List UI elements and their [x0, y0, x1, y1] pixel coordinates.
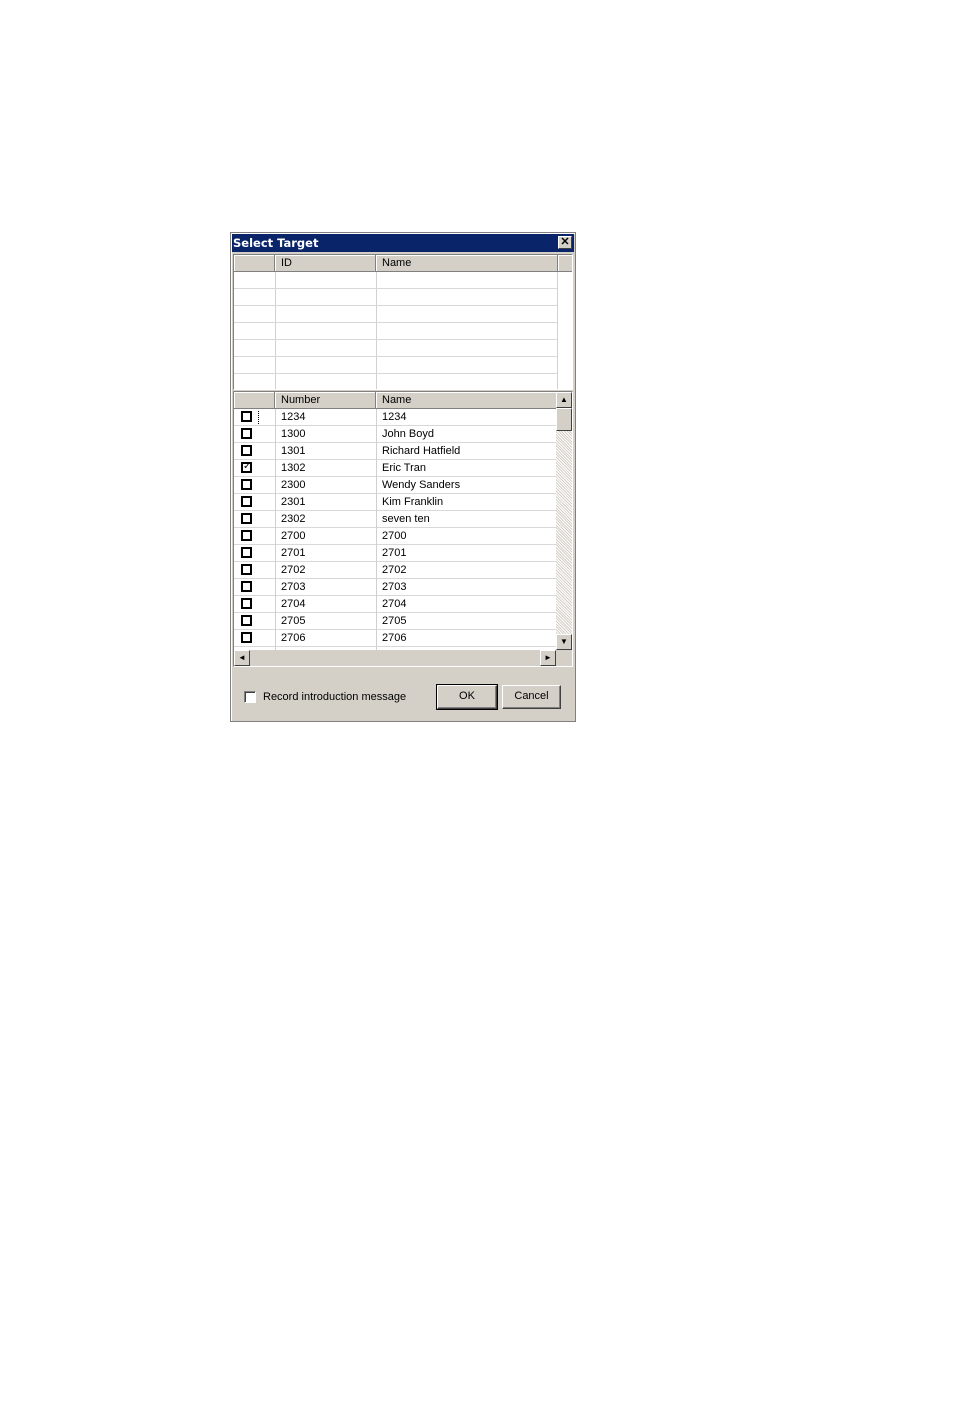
row-number: 1301	[281, 445, 306, 457]
row-number: 2706	[281, 632, 306, 644]
row-name: Richard Hatfield	[382, 445, 461, 457]
table-row[interactable]: 2703 2703	[234, 579, 557, 596]
header-filler	[558, 255, 572, 272]
row-name: 2704	[382, 598, 407, 610]
list-header-check-column[interactable]	[234, 392, 275, 409]
row-number: 2701	[281, 547, 306, 559]
ok-button[interactable]: OK	[436, 684, 498, 710]
scroll-right-icon[interactable]: ►	[540, 650, 556, 666]
select-target-dialog: Select Target ✕ ID Name Number Name 1234…	[230, 232, 576, 722]
record-intro-checkbox[interactable]	[244, 691, 256, 703]
focus-indicator	[258, 411, 260, 424]
empty-target-row[interactable]	[234, 289, 557, 306]
table-row[interactable]: 2300 Wendy Sanders	[234, 477, 557, 494]
close-button[interactable]: ✕	[558, 236, 572, 249]
title-bar[interactable]: Select Target ✕	[232, 234, 574, 252]
row-number: 2302	[281, 513, 306, 525]
row-name: Eric Tran	[382, 462, 427, 474]
list-header-name[interactable]: Name	[376, 392, 558, 409]
empty-target-row[interactable]	[234, 340, 557, 357]
row-name: 2702	[382, 564, 407, 576]
empty-target-row[interactable]	[234, 272, 557, 289]
row-number: 2703	[281, 581, 306, 593]
row-checkbox[interactable]	[241, 479, 252, 490]
scrollbar-corner	[556, 650, 572, 666]
row-number: 1302	[281, 462, 306, 474]
row-checkbox[interactable]	[241, 513, 252, 524]
row-name: 2701	[382, 547, 407, 559]
row-number: 2300	[281, 479, 306, 491]
list-header-name-label: Name	[382, 394, 412, 406]
row-checkbox[interactable]	[241, 496, 252, 507]
row-checkbox[interactable]	[241, 445, 252, 456]
empty-target-row[interactable]	[234, 323, 557, 340]
header-id[interactable]: ID	[275, 255, 376, 272]
row-number: 2704	[281, 598, 306, 610]
scroll-down-icon[interactable]: ▼	[556, 634, 572, 650]
table-row[interactable]: 2701 2701	[234, 545, 557, 562]
header-name[interactable]: Name	[376, 255, 558, 272]
row-checkbox[interactable]	[241, 598, 252, 609]
header-name-label: Name	[382, 257, 412, 269]
row-number: 2705	[281, 615, 306, 627]
row-name: 2705	[382, 615, 407, 627]
row-number: 2301	[281, 496, 306, 508]
header-id-label: ID	[281, 257, 292, 269]
row-checkbox[interactable]	[241, 530, 252, 541]
empty-target-row[interactable]	[234, 306, 557, 323]
vertical-scroll-thumb[interactable]	[556, 408, 572, 431]
selected-targets-grid: ID Name	[233, 254, 573, 390]
table-row[interactable]: 2702 2702	[234, 562, 557, 579]
scroll-up-icon[interactable]: ▲	[556, 392, 572, 408]
row-name: 2703	[382, 581, 407, 593]
row-number: 2702	[281, 564, 306, 576]
horizontal-scrollbar[interactable]: ◄ ►	[234, 650, 556, 666]
empty-target-row[interactable]	[234, 357, 557, 374]
table-row[interactable]: 1302 Eric Tran	[234, 460, 557, 477]
row-checkbox[interactable]	[241, 581, 252, 592]
row-checkbox[interactable]	[241, 564, 252, 575]
row-name: 2700	[382, 530, 407, 542]
table-row[interactable]: 2700 2700	[234, 528, 557, 545]
row-checkbox[interactable]	[241, 547, 252, 558]
row-name: 1234	[382, 411, 407, 423]
target-list-grid: Number Name 1234 1234 1300 John Boyd 1301 Ric…	[233, 391, 573, 667]
table-row[interactable]: 2704 2704	[234, 596, 557, 613]
table-row[interactable]: 2706 2706	[234, 630, 557, 647]
scroll-left-icon[interactable]: ◄	[234, 650, 250, 666]
table-row[interactable]: 1301 Richard Hatfield	[234, 443, 557, 460]
dialog-title: Select Target	[233, 236, 319, 250]
row-name: Wendy Sanders	[382, 479, 461, 491]
row-number: 2700	[281, 530, 306, 542]
row-name: John Boyd	[382, 428, 434, 440]
header-select-column[interactable]	[234, 255, 275, 272]
row-checkbox[interactable]	[241, 411, 252, 422]
table-row[interactable]: 2302 seven ten	[234, 511, 557, 528]
record-intro-label[interactable]: Record introduction message	[263, 691, 406, 703]
row-checkbox[interactable]	[241, 632, 252, 643]
row-number: 1234	[281, 411, 306, 423]
table-row[interactable]: 2301 Kim Franklin	[234, 494, 557, 511]
row-name: Kim Franklin	[382, 496, 444, 508]
list-header-number[interactable]: Number	[275, 392, 376, 409]
row-checkbox[interactable]	[241, 428, 252, 439]
table-row[interactable]: 1234 1234	[234, 409, 557, 426]
row-name: seven ten	[382, 513, 430, 525]
row-number: 1300	[281, 428, 306, 440]
cancel-button[interactable]: Cancel	[502, 685, 561, 709]
table-row[interactable]: 2705 2705	[234, 613, 557, 630]
row-name: 2706	[382, 632, 407, 644]
empty-target-row[interactable]	[234, 374, 557, 389]
vertical-scrollbar[interactable]: ▲ ▼	[556, 392, 572, 650]
row-checkbox[interactable]	[241, 615, 252, 626]
row-checkbox[interactable]	[241, 462, 252, 473]
list-header-number-label: Number	[281, 394, 321, 406]
table-row[interactable]: 1300 John Boyd	[234, 426, 557, 443]
